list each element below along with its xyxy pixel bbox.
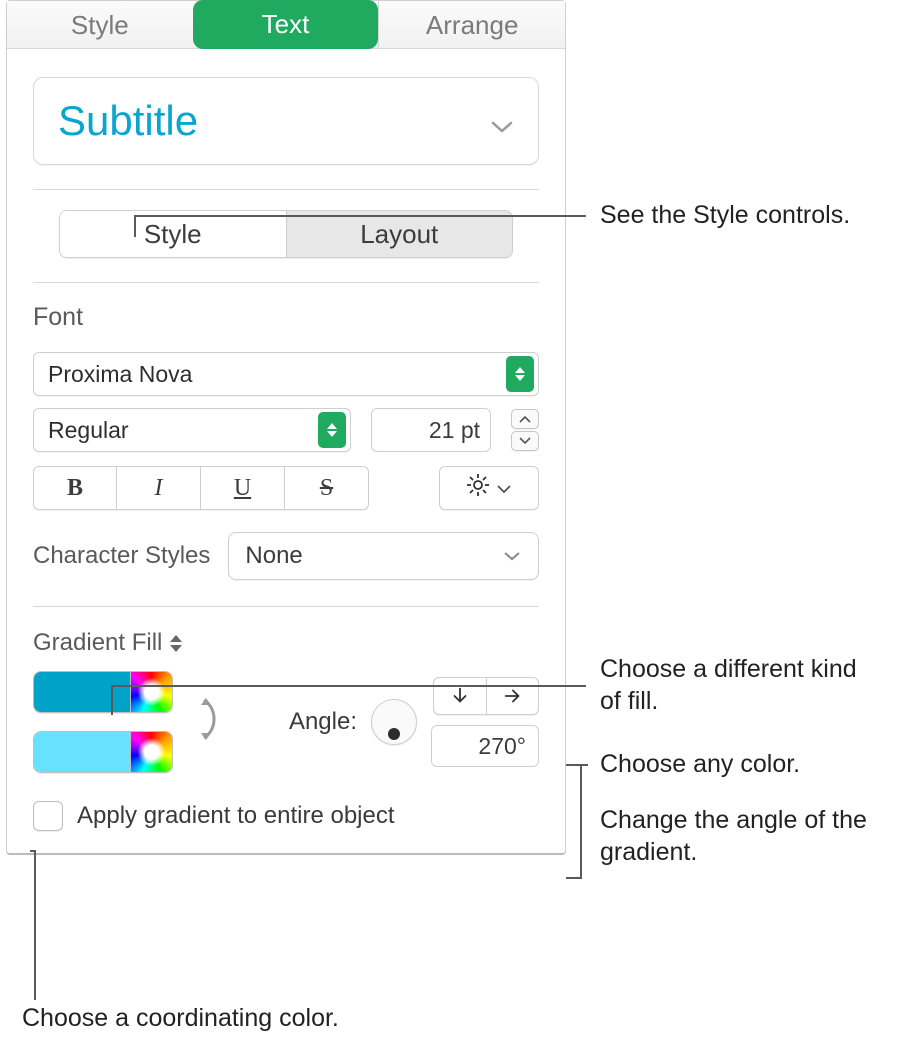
chevron-down-icon — [496, 474, 512, 502]
font-size-field[interactable]: 21 pt — [371, 408, 491, 452]
underline-button[interactable]: U — [201, 466, 285, 510]
chevron-down-icon — [502, 542, 522, 570]
italic-button[interactable]: I — [117, 466, 201, 510]
font-size-value: 21 pt — [429, 417, 480, 444]
gradient-color-2-well[interactable] — [33, 731, 173, 773]
advanced-options-button[interactable] — [439, 466, 539, 510]
paragraph-style-label: Subtitle — [58, 97, 198, 145]
font-size-stepper[interactable] — [511, 409, 539, 451]
color-wheel-icon[interactable] — [130, 672, 172, 712]
callout-any-color: Choose any color. — [600, 748, 800, 780]
angle-dial[interactable] — [371, 699, 417, 745]
tab-style[interactable]: Style — [7, 1, 193, 48]
fill-type-popup[interactable]: Gradient Fill — [33, 629, 539, 657]
step-up[interactable] — [511, 409, 539, 429]
swap-colors-button[interactable] — [193, 693, 227, 752]
subtab-layout[interactable]: Layout — [287, 211, 513, 257]
callout-coordinating-color: Choose a coordinating color. — [22, 1002, 339, 1034]
tab-text[interactable]: Text — [193, 0, 379, 49]
callout-fill-kind: Choose a different kind of fill. — [600, 653, 880, 717]
callout-angle: Change the angle of the gradient. — [600, 804, 890, 868]
apply-gradient-label: Apply gradient to entire object — [77, 802, 395, 830]
text-subtabs: Style Layout — [59, 210, 513, 258]
popup-arrows-icon — [506, 356, 534, 392]
format-panel: Style Text Arrange Subtitle Style Layout… — [6, 0, 566, 855]
angle-field[interactable]: 270° — [431, 725, 539, 767]
char-styles-value: None — [245, 542, 302, 570]
font-heading: Font — [33, 303, 539, 332]
char-styles-label: Character Styles — [33, 542, 210, 570]
angle-label: Angle: — [289, 708, 357, 736]
angle-value: 270° — [478, 733, 526, 760]
paragraph-style-popup[interactable]: Subtitle — [33, 77, 539, 165]
angle-direction-buttons — [433, 677, 539, 715]
color-wheel-icon[interactable] — [130, 732, 172, 772]
gradient-color-1-well[interactable] — [33, 671, 173, 713]
apply-gradient-checkbox[interactable] — [33, 801, 63, 831]
color-swatch-1[interactable] — [34, 672, 130, 712]
tab-arrange[interactable]: Arrange — [378, 1, 565, 48]
direction-down-button[interactable] — [434, 678, 486, 714]
bold-button[interactable]: B — [33, 466, 117, 510]
font-weight-value: Regular — [48, 417, 129, 444]
popup-arrows-icon — [318, 412, 346, 448]
updown-arrows-icon — [170, 635, 182, 652]
strike-button[interactable]: S — [285, 466, 369, 510]
subtab-style[interactable]: Style — [60, 211, 287, 257]
direction-right-button[interactable] — [486, 678, 538, 714]
font-family-popup[interactable]: Proxima Nova — [33, 352, 539, 396]
fill-type-label: Gradient Fill — [33, 629, 162, 657]
color-swatch-2[interactable] — [34, 732, 130, 772]
chevron-down-icon — [490, 97, 514, 145]
font-weight-popup[interactable]: Regular — [33, 408, 351, 452]
gear-icon — [466, 473, 490, 504]
font-family-value: Proxima Nova — [48, 361, 192, 388]
char-styles-popup[interactable]: None — [228, 532, 539, 580]
callout-style-controls: See the Style controls. — [600, 199, 850, 231]
inspector-tabs: Style Text Arrange — [7, 1, 565, 49]
step-down[interactable] — [511, 431, 539, 451]
